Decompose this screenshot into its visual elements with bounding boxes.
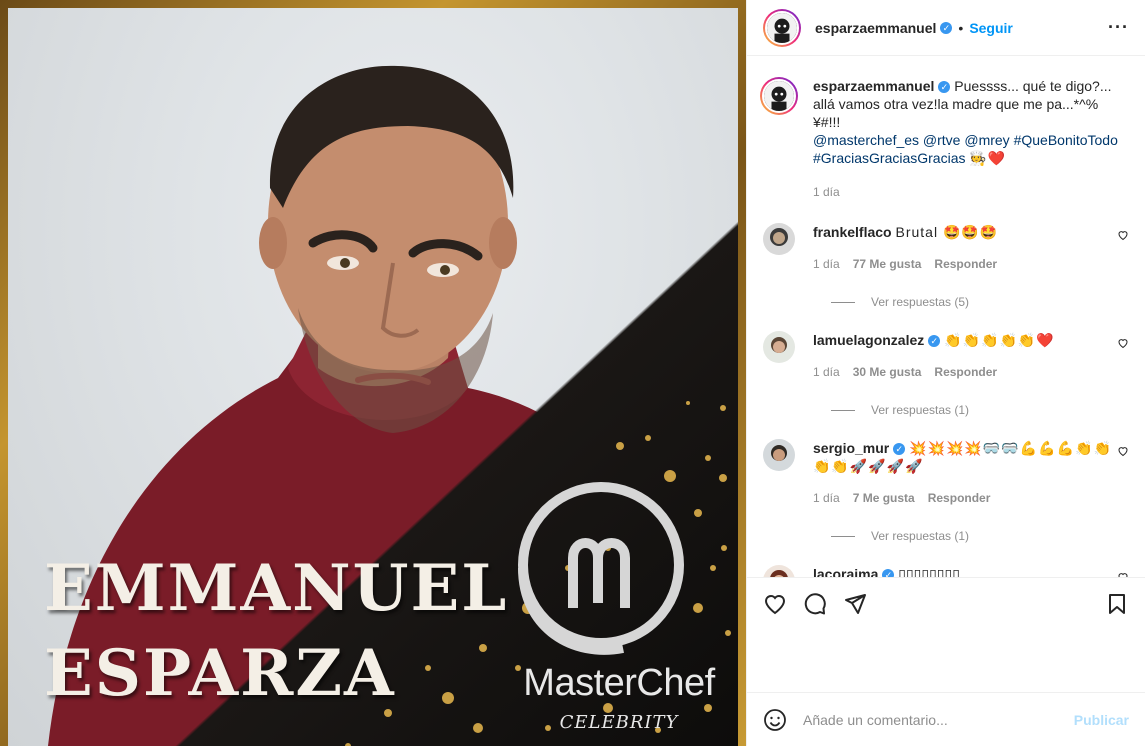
comment-avatar[interactable] [763, 565, 795, 577]
image-title-line-1: EMMANUEL [44, 551, 509, 626]
comment-item: lacoraima ✓ ▯▯▯▯▯▯▯▯ [763, 565, 1129, 577]
comment-text: ▯▯▯▯▯▯▯▯ [898, 566, 960, 577]
avatar-image-icon [763, 565, 795, 577]
comment-input[interactable] [803, 711, 1074, 728]
instagram-post: EMMANUEL ESPARZA MasterChef CELEBRITY es… [0, 0, 1145, 746]
masterchef-wordmark: MasterChef [523, 662, 715, 704]
verified-badge-icon: ✓ [928, 335, 941, 348]
post-side-panel: esparzaemmanuel ✓ • Seguir ··· esparzaem… [746, 0, 1145, 746]
comment-item: sergio_mur ✓ 💥💥💥💥🥽🥽💪💪💪👏👏👏👏🚀🚀🚀🚀 1 día 7 Me… [763, 439, 1129, 507]
view-replies[interactable]: Ver respuestas (1) [831, 403, 1129, 417]
comment-likes[interactable]: 30 Me gusta [853, 363, 922, 381]
like-comment-heart-icon[interactable] [1117, 337, 1129, 349]
comment-time[interactable]: 1 día [813, 255, 840, 273]
comment-time[interactable]: 1 día [813, 363, 840, 381]
emoji-smiley-icon[interactable] [763, 708, 787, 732]
comment-username[interactable]: frankelflaco [813, 224, 892, 240]
share-paper-plane-icon[interactable] [843, 592, 867, 616]
verified-badge-icon: ✓ [893, 443, 906, 456]
comment-bubble-icon[interactable] [803, 592, 827, 616]
reply-button[interactable]: Responder [928, 489, 991, 507]
comment-text: Brutal 🤩🤩🤩 [895, 224, 999, 240]
publish-button[interactable]: Publicar [1074, 712, 1129, 728]
comment-username[interactable]: lacoraima [813, 566, 878, 577]
reply-button[interactable]: Responder [934, 255, 997, 273]
caption-mentions[interactable]: @masterchef_es @rtve @mrey #QueBonitoTod… [813, 132, 1118, 166]
comment-likes[interactable]: 7 Me gusta [853, 489, 915, 507]
author-username[interactable]: esparzaemmanuel [815, 20, 936, 36]
like-comment-heart-icon[interactable] [1117, 229, 1129, 241]
save-bookmark-icon[interactable] [1105, 592, 1129, 616]
avatar-image-icon [767, 12, 797, 43]
post-image[interactable]: EMMANUEL ESPARZA MasterChef CELEBRITY [0, 0, 746, 746]
comment-item: frankelflaco Brutal 🤩🤩🤩 1 día 77 Me gust… [763, 223, 1129, 273]
reply-button[interactable]: Responder [934, 363, 997, 381]
view-replies-label[interactable]: Ver respuestas (5) [871, 295, 969, 309]
celebrity-wordmark: CELEBRITY [559, 712, 679, 733]
comments-list[interactable]: esparzaemmanuel ✓ Puessss... qué te digo?… [747, 57, 1145, 577]
caption-time[interactable]: 1 día [813, 183, 840, 201]
comment-username[interactable]: lamuelagonzalez [813, 332, 924, 348]
comment-item: lamuelagonzalez ✓ 👏👏👏👏👏❤️ 1 día 30 Me gus… [763, 331, 1129, 381]
caption: esparzaemmanuel ✓ Puessss... qué te digo?… [760, 77, 1129, 201]
comment-text: 👏👏👏👏👏❤️ [944, 332, 1055, 348]
comment-username[interactable]: sergio_mur [813, 440, 889, 456]
avatar-image-icon [763, 331, 795, 363]
post-header: esparzaemmanuel ✓ • Seguir ··· [747, 0, 1145, 56]
post-actions [747, 577, 1145, 687]
avatar-image-icon [764, 81, 794, 111]
verified-badge-icon: ✓ [882, 569, 895, 577]
caption-username[interactable]: esparzaemmanuel [813, 78, 934, 94]
comment-avatar[interactable] [763, 223, 795, 255]
view-replies-label[interactable]: Ver respuestas (1) [871, 529, 969, 543]
image-title-line-2: ESPARZA [44, 636, 396, 711]
like-heart-icon[interactable] [763, 592, 787, 616]
comment-avatar[interactable] [763, 331, 795, 363]
comment-likes[interactable]: 77 Me gusta [853, 255, 922, 273]
view-replies[interactable]: Ver respuestas (5) [831, 295, 1129, 309]
comment-avatar[interactable] [763, 439, 795, 471]
follow-button[interactable]: Seguir [969, 20, 1013, 36]
image-background: EMMANUEL ESPARZA MasterChef CELEBRITY [8, 8, 738, 746]
view-replies[interactable]: Ver respuestas (1) [831, 529, 1129, 543]
comment-time[interactable]: 1 día [813, 489, 840, 507]
author-avatar[interactable] [763, 8, 801, 47]
comment-composer: Publicar [747, 692, 1145, 746]
view-replies-label[interactable]: Ver respuestas (1) [871, 403, 969, 417]
more-options-icon[interactable]: ··· [1108, 17, 1129, 38]
caption-avatar[interactable] [760, 77, 798, 115]
separator-dot: • [958, 19, 964, 36]
like-comment-heart-icon[interactable] [1117, 445, 1129, 457]
verified-badge-icon: ✓ [940, 21, 953, 34]
caption-emojis: 🧑‍🍳❤️ [969, 150, 1007, 166]
avatar-image-icon [763, 439, 795, 471]
avatar-image-icon [763, 223, 795, 255]
verified-badge-icon: ✓ [938, 81, 951, 94]
